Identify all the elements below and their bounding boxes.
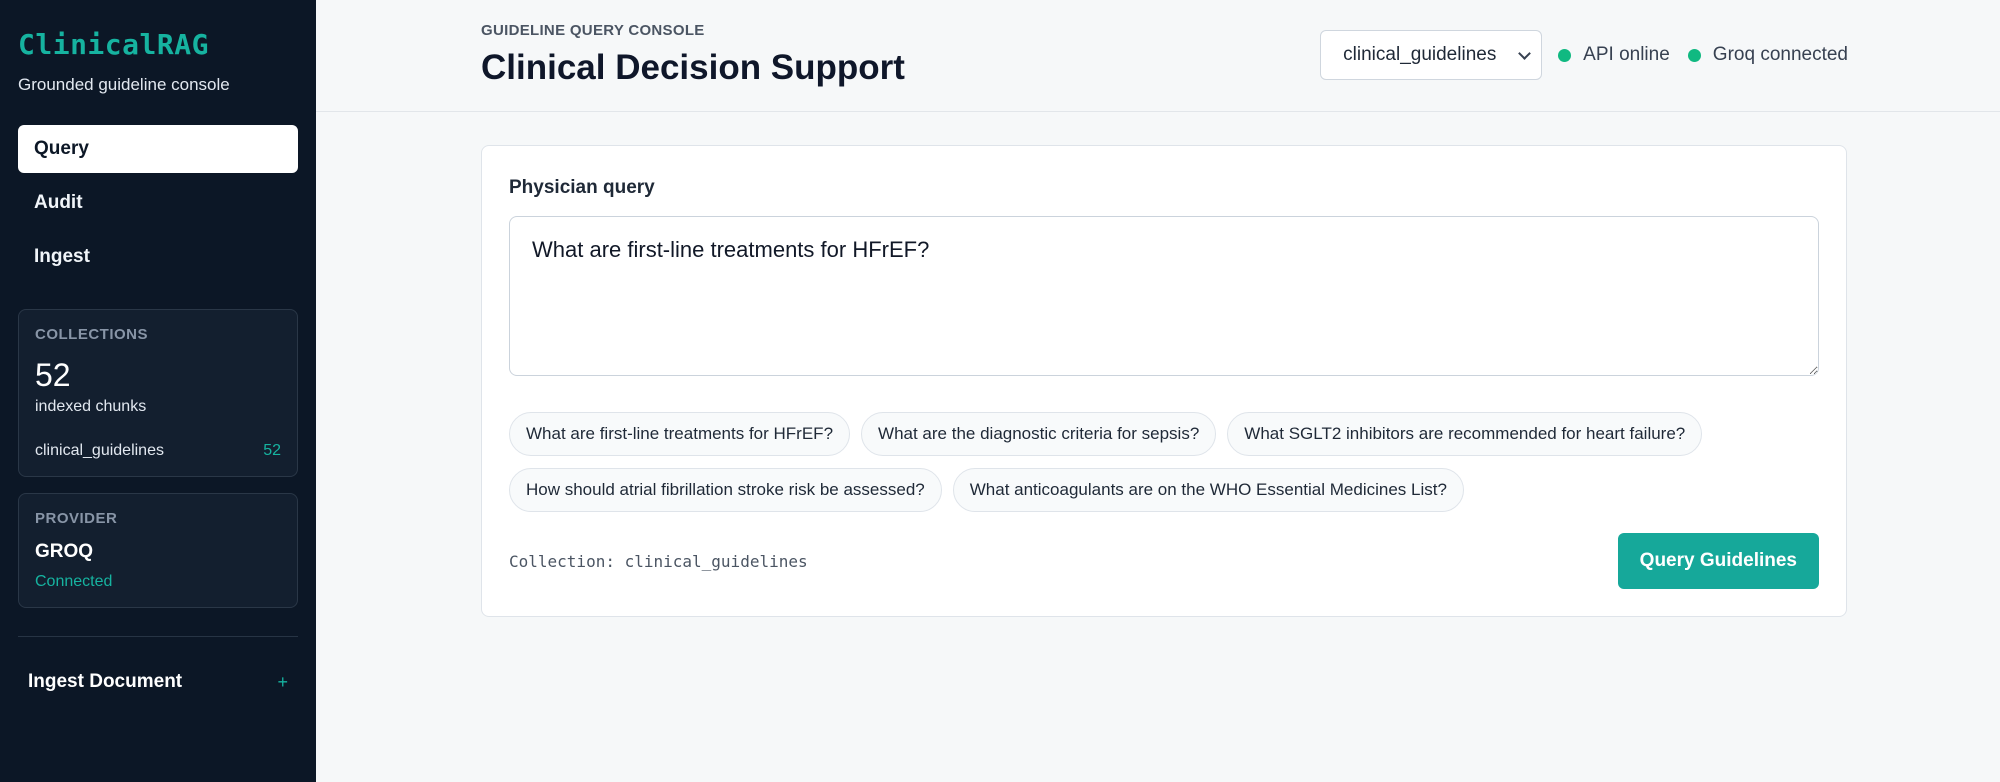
sidebar-divider	[18, 636, 298, 637]
groq-status-label: Groq connected	[1712, 44, 1848, 65]
api-status: API online	[1558, 44, 1670, 66]
collection-select[interactable]: clinical_guidelines	[1320, 30, 1543, 80]
provider-name: GROQ	[35, 541, 94, 562]
page-eyebrow: GUIDELINE QUERY CONSOLE	[481, 22, 705, 39]
query-guidelines-button[interactable]: Query Guidelines	[1617, 533, 1819, 589]
collection-meta: Collection: clinical_guidelines	[509, 551, 808, 571]
app-root: ClinicalRAG Grounded guideline console Q…	[0, 0, 2000, 782]
sidebar-nav: Query Audit Ingest	[18, 125, 298, 281]
chevron-down-icon	[1518, 46, 1532, 60]
provider-heading: PROVIDER	[35, 510, 118, 527]
query-input[interactable]: What are first-line treatments for HFrEF…	[509, 216, 1819, 376]
brand-subtitle: Grounded guideline console	[18, 75, 230, 94]
suggestion-chip[interactable]: What anticoagulants are on the WHO Essen…	[952, 468, 1464, 512]
collections-heading: COLLECTIONS	[35, 326, 148, 343]
status-dot-icon	[1687, 48, 1701, 62]
collection-name: clinical_guidelines	[35, 442, 164, 459]
top-bar: GUIDELINE QUERY CONSOLE Clinical Decisio…	[316, 0, 2000, 112]
header-controls: clinical_guidelines API online Groq conn…	[1320, 30, 1848, 80]
suggestion-chip[interactable]: What are first-line treatments for HFrEF…	[509, 412, 851, 456]
ingest-document-label: Ingest Document	[28, 671, 183, 692]
query-footer: Collection: clinical_guidelines Query Gu…	[509, 533, 1819, 589]
ingest-document-toggle[interactable]: Ingest Document +	[18, 671, 298, 693]
suggestion-chip[interactable]: How should atrial fibrillation stroke ri…	[509, 468, 942, 512]
query-label: Physician query	[509, 177, 655, 198]
chunk-count-label: indexed chunks	[35, 398, 147, 415]
suggestion-list: What are first-line treatments for HFrEF…	[509, 412, 1769, 512]
groq-status: Groq connected	[1687, 44, 1848, 66]
query-card: Physician query What are first-line trea…	[481, 145, 1847, 617]
plus-icon: +	[277, 671, 288, 692]
provider-panel: PROVIDER GROQ Connected	[18, 493, 298, 608]
sidebar-item-ingest[interactable]: Ingest	[18, 233, 298, 281]
sidebar-item-audit[interactable]: Audit	[18, 179, 298, 227]
api-status-label: API online	[1583, 44, 1670, 65]
sidebar: ClinicalRAG Grounded guideline console Q…	[0, 0, 316, 782]
brand-logo: ClinicalRAG	[18, 28, 209, 61]
provider-status: Connected	[35, 573, 113, 590]
status-dot-icon	[1558, 48, 1572, 62]
chunk-count: 52	[35, 357, 71, 393]
sidebar-item-query[interactable]: Query	[18, 125, 298, 173]
page-title: Clinical Decision Support	[481, 48, 905, 87]
collection-select-value: clinical_guidelines	[1343, 44, 1497, 65]
main-content: GUIDELINE QUERY CONSOLE Clinical Decisio…	[316, 0, 2000, 782]
collection-count: 52	[263, 442, 281, 459]
suggestion-chip[interactable]: What SGLT2 inhibitors are recommended fo…	[1227, 412, 1703, 456]
collections-panel: COLLECTIONS 52 indexed chunks clinical_g…	[18, 309, 298, 477]
suggestion-chip[interactable]: What are the diagnostic criteria for sep…	[861, 412, 1217, 456]
collection-item[interactable]: clinical_guidelines 52	[35, 442, 281, 460]
